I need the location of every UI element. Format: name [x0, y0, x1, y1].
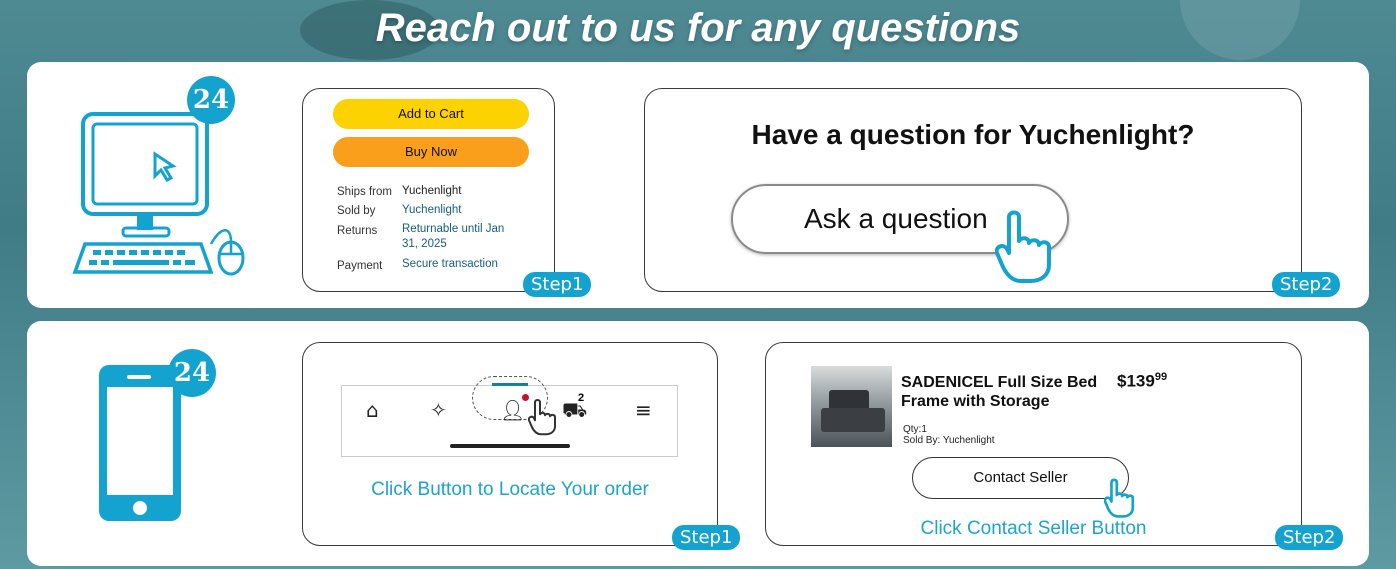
bed-frame [821, 408, 885, 432]
mobile-nav-bar: ⌂ ✧ 👤︎ ⛟ 2 ≡ [341, 376, 678, 457]
returns-label: Returns [337, 225, 378, 237]
cart-count: 2 [578, 392, 585, 404]
step1-card-desktop: Add to Cart Buy Now Ships from Yuchenlig… [302, 88, 555, 292]
sparkle-icon[interactable]: ✧ [430, 398, 447, 422]
desktop-panel: 24 Add to Cart Buy Now Ships from Yuchen… [27, 62, 1369, 308]
active-tab-indicator [492, 383, 528, 386]
add-to-cart-button[interactable]: Add to Cart [333, 99, 529, 129]
mobile-panel: 24 ⌂ ✧ 👤︎ ⛟ 2 ≡ Click Button to Locate Y… [27, 321, 1369, 566]
step1-badge-mobile: Step1 [672, 525, 741, 550]
24-hour-badge: 24 [168, 349, 216, 397]
question-title: Have a question for Yuchenlight? [751, 119, 1195, 150]
step2-caption-mobile: Click Contact Seller Button [920, 518, 1147, 539]
home-indicator-bar [450, 444, 570, 448]
sold-by-label: Sold by [337, 205, 376, 217]
menu-icon[interactable]: ≡ [635, 398, 652, 422]
sold-by-text: Sold By: Yuchenlight [903, 435, 995, 446]
24-hour-badge: 24 [187, 76, 235, 124]
step1-badge-desktop: Step1 [523, 272, 592, 297]
bed-headboard [829, 390, 869, 410]
step2-card-desktop: Have a question for Yuchenlight? Ask a q… [644, 88, 1302, 292]
product-image[interactable] [811, 366, 892, 447]
quantity-text: Qty:1 [903, 424, 927, 435]
sold-by-link[interactable]: Yuchenlight [402, 203, 461, 218]
product-price: $13999 [1117, 371, 1167, 392]
step2-card-mobile: SADENICEL Full Size Bed Frame with Stora… [765, 342, 1302, 546]
account-icon[interactable]: 👤︎ [500, 398, 525, 422]
contact-seller-button[interactable]: Contact Seller [912, 457, 1129, 499]
pointer-hand-icon [995, 209, 1055, 284]
returns-link-line1[interactable]: Returnable until Jan [402, 222, 504, 237]
step2-badge-desktop: Step2 [1272, 272, 1341, 297]
product-title: SADENICEL Full Size Bed Frame with Stora… [901, 374, 1098, 410]
home-icon[interactable]: ⌂ [366, 398, 379, 422]
price-cents: 99 [1154, 371, 1168, 383]
step1-card-mobile: ⌂ ✧ 👤︎ ⛟ 2 ≡ Click Button to Locate Your… [302, 342, 718, 546]
price-whole: $139 [1117, 371, 1155, 391]
returns-link-line2[interactable]: 31, 2025 [402, 237, 447, 252]
step1-caption-mobile: Click Button to Locate Your order [371, 479, 649, 500]
step2-badge-mobile: Step2 [1275, 525, 1344, 550]
payment-link[interactable]: Secure transaction [402, 257, 498, 272]
pointer-hand-icon [528, 398, 558, 436]
ships-from-label: Ships from [337, 186, 392, 198]
buy-now-button[interactable]: Buy Now [333, 137, 529, 167]
payment-label: Payment [337, 260, 383, 272]
page-headline: Reach out to us for any questions [375, 6, 1021, 50]
ships-from-value: Yuchenlight [402, 185, 462, 197]
pointer-hand-icon [1104, 478, 1136, 518]
